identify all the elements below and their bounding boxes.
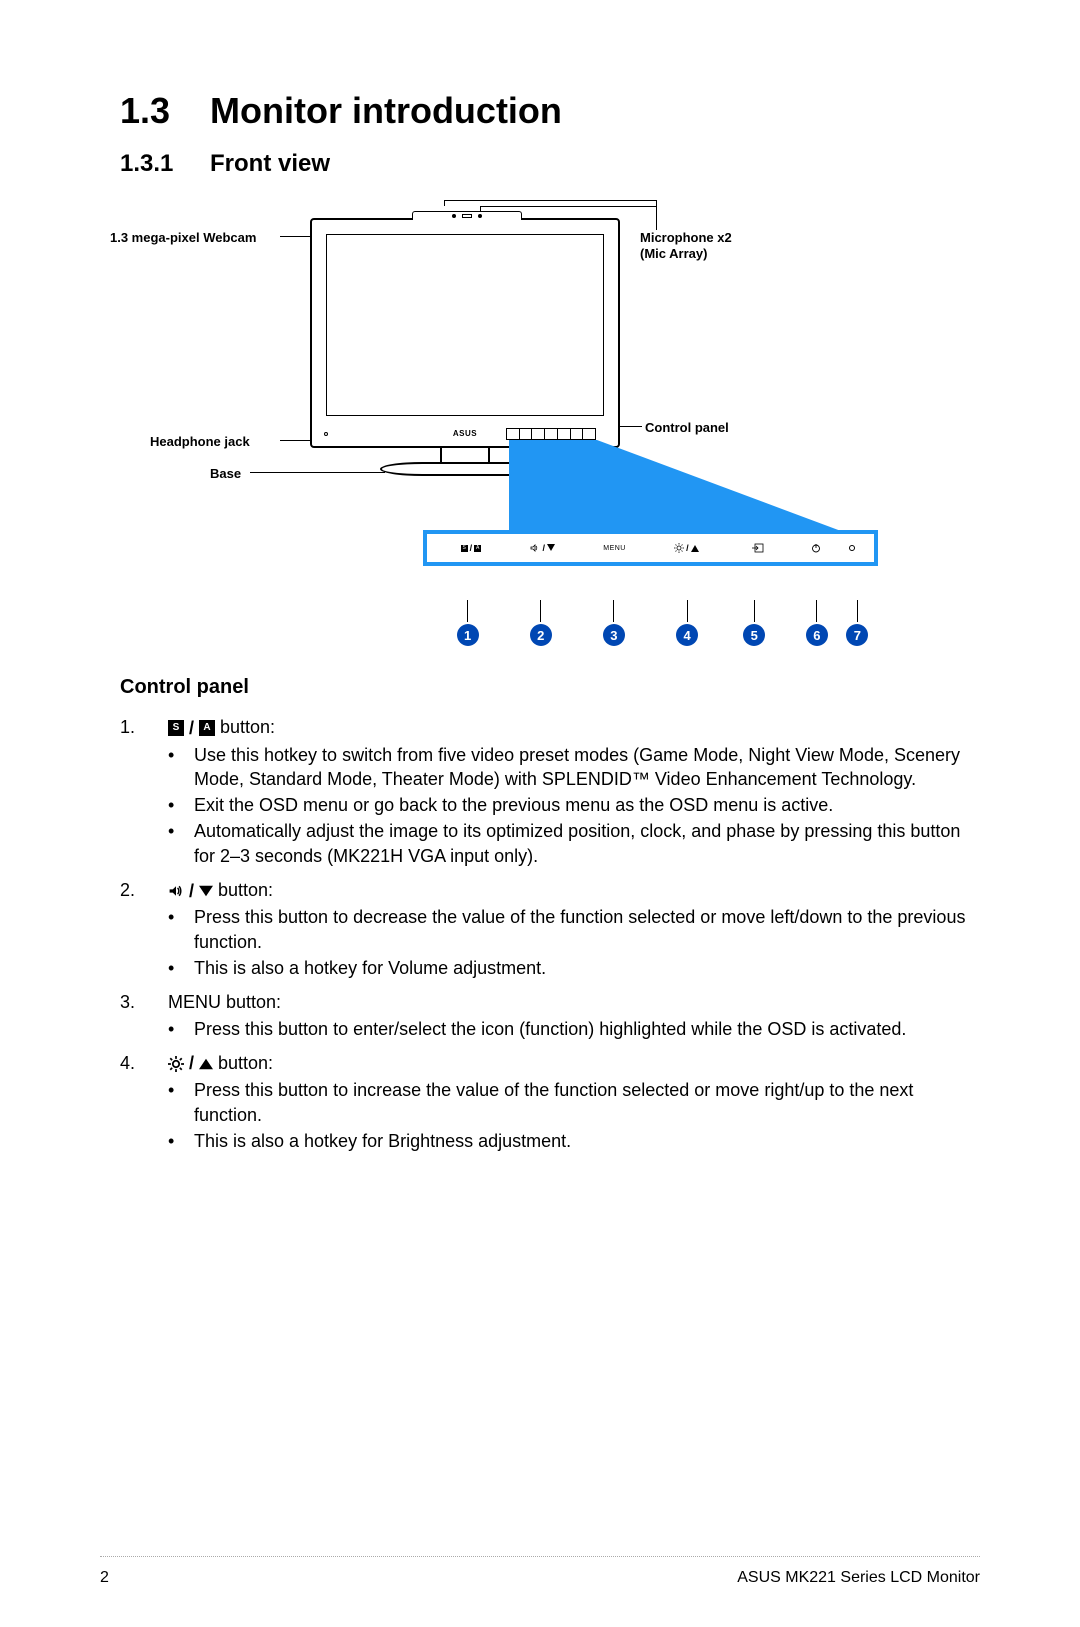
list-item-2: 2. / button: •Press this button to decre…: [120, 878, 980, 982]
power-icon: [811, 543, 821, 553]
callout-5: 5: [743, 624, 765, 646]
callout-2: 2: [530, 624, 552, 646]
callout-6: 6: [806, 624, 828, 646]
down-triangle-icon: [199, 884, 213, 898]
webcam-bar-icon: [412, 211, 522, 220]
sun-icon: [674, 543, 684, 553]
headphone-jack-icon: [324, 432, 328, 436]
panel-btn-vol-down: /: [507, 543, 579, 553]
up-triangle-icon: [691, 544, 699, 552]
page-number: 2: [100, 1569, 109, 1587]
vol-down-button-label: /: [168, 879, 213, 904]
base-label: Base: [210, 466, 241, 482]
sun-icon: [168, 1056, 184, 1072]
control-panel-label: Control panel: [645, 420, 729, 436]
a-key-icon: A: [199, 720, 215, 736]
callout-1: 1: [457, 624, 479, 646]
page-footer: 2 ASUS MK221 Series LCD Monitor: [100, 1569, 980, 1587]
headphone-label: Headphone jack: [150, 434, 250, 450]
down-triangle-icon: [547, 544, 555, 552]
panel-btn-menu: MENU: [579, 545, 651, 552]
webcam-label: 1.3 mega-pixel Webcam: [110, 230, 300, 246]
subsection-heading: 1.3.1Front view: [120, 150, 980, 178]
doc-title: ASUS MK221 Series LCD Monitor: [737, 1569, 980, 1587]
input-select-icon: [752, 543, 764, 553]
subsection-number: 1.3.1: [120, 150, 210, 178]
panel-btn-input: [722, 543, 794, 553]
sa-button-label: S/A: [168, 716, 215, 741]
section-number: 1.3: [120, 90, 210, 132]
led-icon: [849, 545, 855, 551]
s-key-icon: S: [168, 720, 184, 736]
asus-logo: ASUS: [453, 429, 477, 438]
footer-rule: [100, 1556, 980, 1557]
list-item-3: 3. MENU button: •Press this button to en…: [120, 990, 980, 1043]
list-item-4: 4. / button: •Press this button to incre…: [120, 1051, 980, 1155]
section-heading: 1.3Monitor introduction: [120, 90, 980, 132]
up-triangle-icon: [199, 1057, 213, 1071]
menu-button-label: MENU button:: [168, 992, 281, 1012]
callout-4: 4: [676, 624, 698, 646]
zoom-beam-icon: [509, 440, 849, 535]
control-panel-heading: Control panel: [120, 676, 980, 699]
monitor-illustration: ASUS: [310, 218, 620, 476]
volume-icon: [530, 543, 540, 553]
manual-page: 1.3Monitor introduction 1.3.1Front view …: [0, 0, 1080, 1627]
control-panel-list: 1. S/A button: •Use this hotkey to switc…: [120, 715, 980, 1155]
volume-icon: [168, 883, 184, 899]
callout-3: 3: [603, 624, 625, 646]
subsection-title-text: Front view: [210, 150, 330, 177]
panel-btn-power: [794, 543, 837, 553]
mic-label: Microphone x2 (Mic Array): [640, 230, 732, 261]
bright-up-button-label: /: [168, 1051, 213, 1076]
control-panel-detail: S/A / MENU /: [423, 530, 878, 566]
panel-led: [837, 545, 866, 551]
panel-btn-bright-up: /: [650, 543, 722, 553]
panel-btn-sa: S/A: [435, 543, 507, 553]
callout-7: 7: [846, 624, 868, 646]
list-item-1: 1. S/A button: •Use this hotkey to switc…: [120, 715, 980, 870]
callout-numbers: 1 2 3 4 5 6 7: [423, 600, 878, 646]
section-title-text: Monitor introduction: [210, 90, 562, 131]
front-view-diagram: 1.3 mega-pixel Webcam Headphone jack Bas…: [120, 200, 980, 650]
bezel-buttons-icon: [506, 428, 596, 440]
